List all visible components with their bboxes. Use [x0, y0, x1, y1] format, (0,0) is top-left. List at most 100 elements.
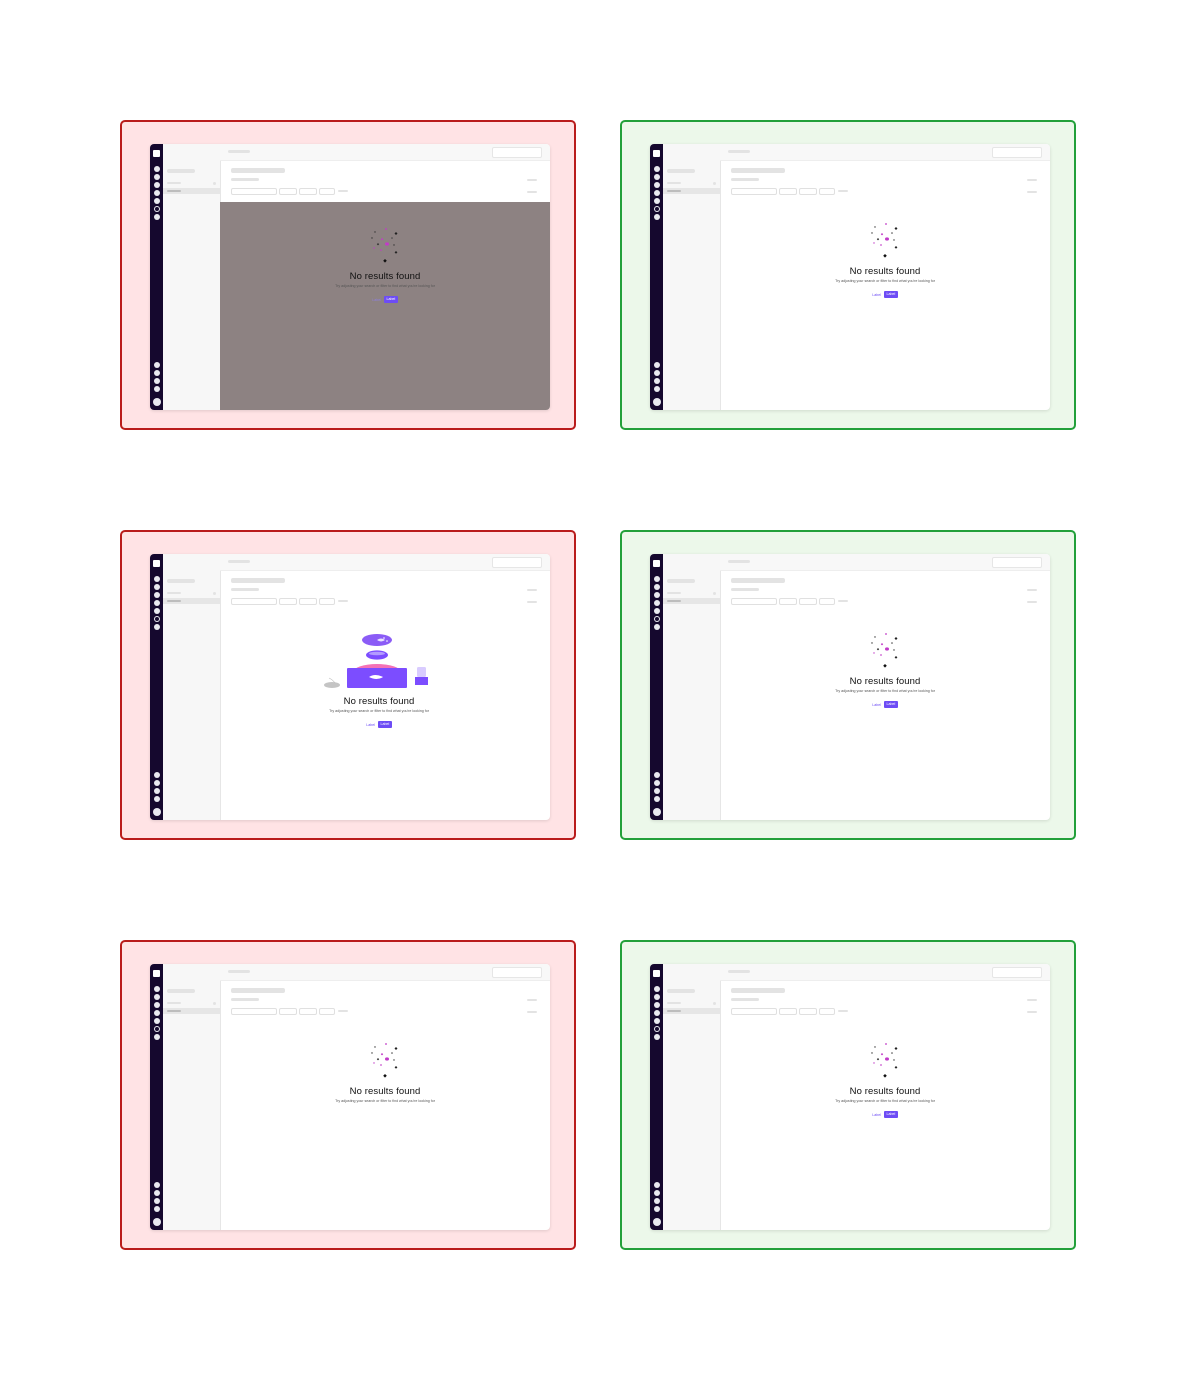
nav-icon: [653, 174, 660, 180]
empty-state-description: Try adjusting your search or filter to f…: [835, 1099, 935, 1103]
sidebar-item-placeholder: [667, 1010, 681, 1012]
empty-state-link[interactable]: Label: [872, 293, 881, 297]
nav-icon: [154, 206, 160, 212]
filter-dropdown: [319, 188, 335, 195]
nav-icon: [653, 788, 660, 794]
nav-icon: [653, 1190, 660, 1196]
empty-state-primary-button[interactable]: Label: [384, 296, 398, 303]
sparkle-cluster-icon: [871, 223, 898, 258]
sidebar-heading-placeholder: [667, 169, 695, 173]
nav-icon: [653, 386, 660, 392]
empty-state-description: Try adjusting your search or filter to f…: [329, 709, 429, 713]
filter-dropdown: [799, 1008, 817, 1015]
nav-icon: [653, 182, 660, 188]
user-avatar-icon: [652, 808, 661, 816]
nav-icon: [654, 616, 660, 622]
nav-icon: [654, 206, 660, 212]
filter-search-field: [231, 598, 277, 605]
filter-dropdown: [279, 188, 297, 195]
nav-icon: [153, 378, 160, 384]
nav-icon: [153, 772, 160, 778]
filter-dropdown: [299, 1008, 317, 1015]
sidebar-item-icon: [213, 1002, 216, 1005]
nav-icon: [153, 1034, 160, 1040]
empty-state-description: Try adjusting your search or filter to f…: [835, 689, 935, 693]
empty-state-primary-button[interactable]: Label: [884, 291, 898, 298]
app-logo-icon: [153, 150, 160, 157]
nav-icon: [153, 1010, 160, 1016]
nav-icon: [153, 1190, 160, 1196]
sparkle-cluster-icon: [371, 1043, 398, 1078]
user-avatar-icon: [652, 398, 661, 406]
empty-state-primary-button[interactable]: Label: [884, 701, 898, 708]
app-logo-icon: [153, 560, 160, 567]
empty-state-primary-button[interactable]: Label: [884, 1111, 898, 1118]
nav-icon: [153, 1198, 160, 1204]
empty-state-actions: Label Label: [208, 721, 550, 728]
filter-search-field: [731, 1008, 777, 1015]
sidebar-item-placeholder: [667, 182, 681, 184]
empty-state-description: Try adjusting your search or filter to f…: [335, 284, 435, 288]
breadcrumb-placeholder: [228, 150, 250, 153]
breadcrumb-placeholder: [728, 560, 750, 563]
filter-clear-placeholder: [838, 600, 848, 602]
nav-icon: [153, 780, 160, 786]
filter-dropdown: [799, 188, 817, 195]
sidebar: [663, 554, 721, 820]
user-avatar-icon: [652, 1218, 661, 1226]
nav-icon: [153, 214, 160, 220]
page-title-placeholder: [731, 578, 785, 583]
nav-icon: [153, 796, 160, 802]
page-subtitle-placeholder: [231, 998, 259, 1001]
nav-rail: [650, 144, 663, 410]
nav-icon: [653, 198, 660, 204]
empty-state-actions: Label Label: [720, 291, 1050, 298]
content-area: No results found Try adjusting your sear…: [720, 1022, 1050, 1230]
filter-clear-placeholder: [338, 190, 348, 192]
sidebar: [663, 964, 721, 1230]
empty-state-link[interactable]: Label: [366, 723, 375, 727]
empty-state: No results found Try adjusting your sear…: [720, 222, 1050, 298]
user-avatar-icon: [152, 808, 161, 816]
sparkle-cluster-icon: [371, 228, 398, 263]
sidebar-item-placeholder: [167, 1010, 181, 1012]
empty-state-title: No results found: [849, 266, 921, 277]
sidebar-item-placeholder: [667, 1002, 681, 1004]
nav-icon: [653, 780, 660, 786]
nav-icon: [653, 994, 660, 1000]
sidebar-heading-placeholder: [667, 579, 695, 583]
sidebar-heading-placeholder: [667, 989, 695, 993]
page-subtitle-placeholder: [231, 588, 259, 591]
empty-state-link[interactable]: Label: [872, 703, 881, 707]
nav-icon: [153, 182, 160, 188]
search-input: [992, 557, 1042, 568]
empty-state-primary-button[interactable]: Label: [378, 721, 392, 728]
results-count-placeholder: [1027, 191, 1037, 193]
app-logo-icon: [653, 150, 660, 157]
filter-dropdown: [799, 598, 817, 605]
empty-state-actions: Label Label: [720, 1111, 1050, 1118]
nav-icon: [653, 190, 660, 196]
empty-state-description: Try adjusting your search or filter to f…: [835, 279, 935, 283]
filter-dropdown: [319, 598, 335, 605]
nav-icon: [153, 362, 160, 368]
empty-state-description: Try adjusting your search or filter to f…: [335, 1099, 435, 1103]
nav-icon: [653, 1206, 660, 1212]
empty-state-link[interactable]: Label: [872, 1113, 881, 1117]
sidebar-item-placeholder: [167, 1002, 181, 1004]
page-title-placeholder: [731, 168, 785, 173]
content-area: No results found Try adjusting your sear…: [720, 202, 1050, 410]
empty-state-link[interactable]: Label: [372, 298, 381, 302]
sidebar-item-icon: [213, 182, 216, 185]
nav-icon: [153, 190, 160, 196]
filter-dropdown: [279, 1008, 297, 1015]
nav-icon: [154, 1026, 160, 1032]
nav-icon: [653, 1010, 660, 1016]
top-bar: [220, 554, 550, 571]
sidebar-item-icon: [213, 592, 216, 595]
app-mockup: No results found Try adjusting your sear…: [150, 554, 550, 820]
app-mockup: No results found Try adjusting your sear…: [650, 144, 1050, 410]
filter-dropdown: [819, 1008, 835, 1015]
breadcrumb-placeholder: [228, 970, 250, 973]
nav-icon: [153, 788, 160, 794]
